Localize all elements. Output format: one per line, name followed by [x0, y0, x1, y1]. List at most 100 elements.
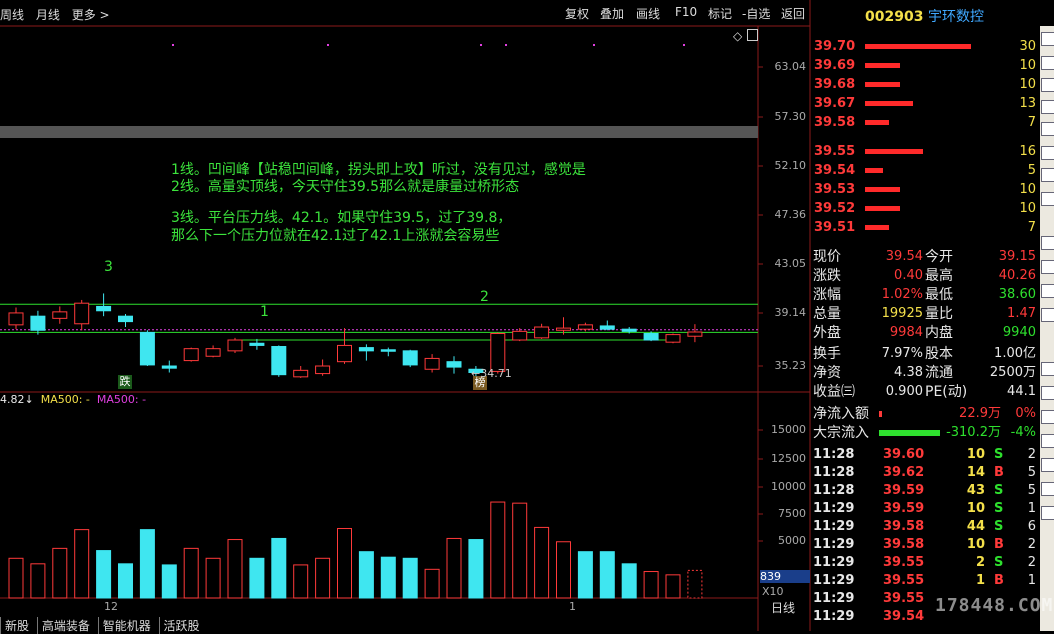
period-label[interactable]: 日线: [771, 599, 795, 616]
volume-bar: [315, 557, 331, 599]
bid-volume-bar: [865, 206, 900, 211]
grid-icon[interactable]: [1041, 78, 1054, 92]
tab-monthly[interactable]: 月线: [36, 6, 60, 23]
info-icon[interactable]: [1041, 482, 1054, 496]
price-tick: 63.04: [774, 60, 807, 73]
ma-dot: [480, 44, 482, 46]
tick-price: 39.59: [883, 483, 925, 498]
candle-body: [687, 331, 703, 337]
fund-value: 2500万: [989, 365, 1036, 380]
candle-icon[interactable]: [1041, 168, 1054, 182]
alarm-icon[interactable]: [1041, 458, 1054, 472]
tick-time: 11:29: [813, 501, 855, 516]
quote-value: 38.60: [998, 287, 1036, 302]
tick-price: 39.59: [883, 501, 925, 516]
tick-volume: 10: [966, 447, 985, 462]
fuquan-button[interactable]: 复权: [565, 5, 589, 23]
fund-value: 44.1: [1007, 384, 1036, 399]
candle-body: [446, 361, 462, 368]
flow-pct: -4%: [1010, 425, 1036, 440]
f10-icon[interactable]: [1041, 192, 1054, 206]
draw-line-button[interactable]: 画线: [636, 5, 660, 23]
quote-label: 今开: [925, 249, 953, 265]
filter-icon[interactable]: [1041, 236, 1054, 250]
bar-icon[interactable]: [1041, 100, 1054, 114]
tab-high-end-equipment[interactable]: 高端装备: [36, 617, 94, 634]
die-marker: 跌: [118, 375, 132, 389]
volume-bar: [118, 563, 133, 599]
help-icon[interactable]: [1041, 506, 1054, 520]
candle-body: [337, 344, 352, 363]
tick-count: 1: [1027, 573, 1036, 588]
price-tick: 43.05: [774, 257, 807, 270]
tick-time: 11:29: [813, 537, 855, 552]
doc-icon[interactable]: [1041, 410, 1054, 424]
overlay-button[interactable]: 叠加: [600, 5, 624, 23]
trend-icon[interactable]: [1041, 122, 1054, 136]
candle-body: [271, 346, 287, 376]
quote-label: 内盘: [925, 325, 953, 341]
candle-body: [621, 328, 637, 332]
fund-label: 流通: [925, 365, 953, 381]
tick-side: S: [994, 447, 1004, 462]
candle-body: [205, 348, 221, 357]
flow-value: 22.9万: [959, 406, 1001, 421]
tab-new-stock[interactable]: 新股: [0, 617, 33, 634]
candle-body: [402, 350, 418, 366]
tick-row: 11:28 39.60 10 S 2: [811, 446, 1038, 464]
ask-price: 39.58: [814, 115, 856, 130]
tick-price: 39.55: [883, 591, 925, 606]
stock-name: 宇环数控: [927, 9, 984, 25]
table-icon[interactable]: [1041, 56, 1054, 70]
tick-volume: 1: [975, 573, 985, 588]
candle-body: [293, 369, 309, 378]
bid-volume-bar: [865, 225, 889, 230]
quote-label: 最高: [925, 268, 953, 284]
bid-volume: 10: [1019, 182, 1036, 197]
volume-bar: [52, 547, 68, 599]
price-tick: 35.23: [774, 359, 807, 372]
volume-bar: [512, 502, 528, 599]
fundamental-row: 收益㈢ 0.900 PE(动) 44.1: [811, 383, 1038, 401]
line-icon[interactable]: [1041, 284, 1054, 298]
volume-bar: [8, 557, 24, 599]
quote-label: 涨幅: [813, 287, 841, 303]
tab-weekly[interactable]: 周线: [0, 6, 24, 23]
tab-active-stock[interactable]: 活跃股: [158, 617, 204, 634]
chart-icon[interactable]: [1041, 32, 1054, 46]
bid-price: 39.54: [814, 163, 856, 178]
candle-body: [161, 365, 177, 369]
ask-level: 39.68 10: [811, 76, 1038, 94]
mark-button[interactable]: 标记: [708, 5, 732, 23]
tick-time: 11:29: [813, 555, 855, 570]
back-button[interactable]: 返回: [781, 5, 805, 23]
candle-body: [512, 330, 528, 341]
volume-bar: [402, 557, 418, 599]
more-menu[interactable]: 更多 >: [72, 6, 110, 23]
window-toggle-icon[interactable]: [747, 29, 758, 41]
diamond-icon[interactable]: ◇: [733, 29, 742, 43]
tick-volume: 2: [975, 555, 985, 570]
rs-icon[interactable]: [1041, 362, 1054, 376]
volume-tick: 10000: [771, 480, 806, 493]
candle-body: [380, 349, 396, 352]
fx-icon[interactable]: [1041, 260, 1054, 274]
settings-icon[interactable]: [1041, 386, 1054, 400]
tick-time: 11:28: [813, 447, 855, 462]
remove-watchlist-button[interactable]: -自选: [742, 5, 770, 23]
tick-row: 11:29 39.55 1 B 1: [811, 572, 1038, 590]
volume-bar: [643, 571, 659, 599]
calc-icon[interactable]: [1041, 434, 1054, 448]
candle-body: [52, 311, 68, 319]
volume-bar: [577, 551, 593, 599]
tick-side: S: [994, 519, 1004, 534]
tool-icon[interactable]: [1041, 308, 1054, 322]
f10-button[interactable]: F10: [675, 5, 697, 23]
ask-volume-bar: [865, 120, 889, 125]
candle-body: [577, 324, 593, 330]
list-icon[interactable]: [1041, 146, 1054, 160]
bid-volume-bar: [865, 168, 883, 173]
flow-row: 大宗流入 -310.2万 -4%: [811, 424, 1038, 442]
tab-intelligent-robot[interactable]: 智能机器: [97, 617, 155, 634]
quote-value: 40.26: [998, 268, 1036, 283]
